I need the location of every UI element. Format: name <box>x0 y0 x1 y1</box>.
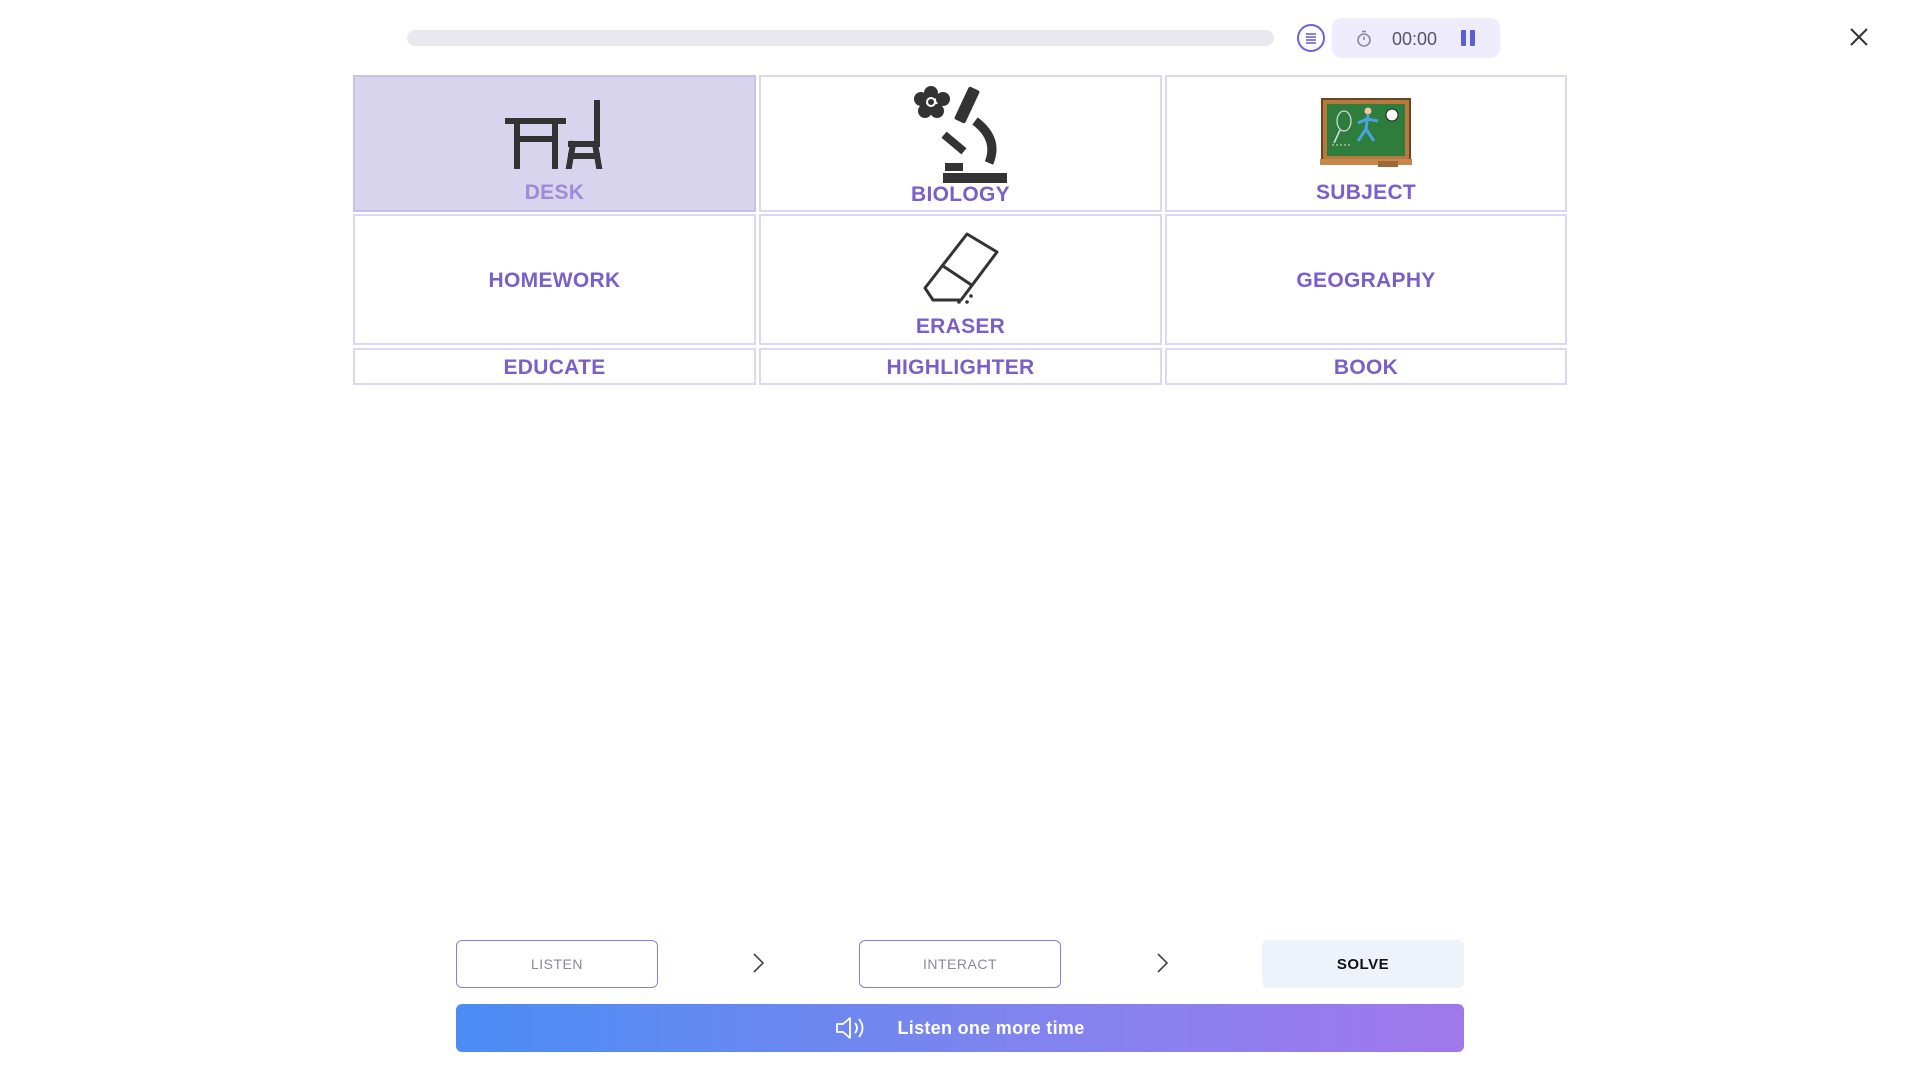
tile-label: GEOGRAPHY <box>1296 269 1436 292</box>
tile-homework[interactable]: HOMEWORK <box>353 214 756 345</box>
tile-book[interactable]: BOOK <box>1165 348 1567 385</box>
tile-label: BOOK <box>1333 356 1399 379</box>
timer-value: 00:00 <box>1392 29 1438 49</box>
tile-subject[interactable]: SUBJECT <box>1165 75 1567 212</box>
list-icon <box>1306 33 1316 44</box>
tile-biology[interactable]: BIOLOGY <box>759 75 1162 212</box>
progress-bar <box>407 30 1274 46</box>
tile-label: HIGHLIGHTER <box>886 356 1035 379</box>
listen-again-button[interactable]: Listen one more time <box>456 1004 1464 1052</box>
list-menu-button[interactable] <box>1297 24 1325 52</box>
tile-educate[interactable]: EDUCATE <box>353 348 756 385</box>
step-solve[interactable]: SOLVE <box>1262 940 1464 988</box>
desk-chair-icon <box>504 100 602 169</box>
chevron-right-icon <box>1157 953 1169 973</box>
listen-again-label: Listen one more time <box>897 1017 1085 1038</box>
step-interact[interactable]: INTERACT <box>859 940 1061 988</box>
tile-desk[interactable]: DESK <box>353 75 756 212</box>
tile-label: SUBJECT <box>1315 181 1417 204</box>
eraser-icon <box>923 232 998 304</box>
tile-geography[interactable]: GEOGRAPHY <box>1165 214 1567 345</box>
step-listen[interactable]: LISTEN <box>456 940 658 988</box>
pause-icon[interactable] <box>1460 29 1476 47</box>
tile-label: EDUCATE <box>503 356 606 379</box>
timer: 00:00 <box>1332 18 1500 58</box>
tile-label: HOMEWORK <box>488 269 621 292</box>
tile-label: BIOLOGY <box>911 183 1010 206</box>
chalkboard-sports-icon <box>1320 98 1412 167</box>
microscope-icon <box>913 86 1007 183</box>
speaker-icon <box>835 1016 867 1040</box>
tile-highlighter[interactable]: HIGHLIGHTER <box>759 348 1162 385</box>
tile-eraser[interactable]: ERASER <box>759 214 1162 345</box>
tile-label: DESK <box>524 181 585 204</box>
chevron-right-icon <box>753 953 765 973</box>
tile-label: ERASER <box>915 315 1006 338</box>
close-icon[interactable] <box>1846 24 1872 50</box>
stopwatch-icon <box>1357 30 1371 47</box>
